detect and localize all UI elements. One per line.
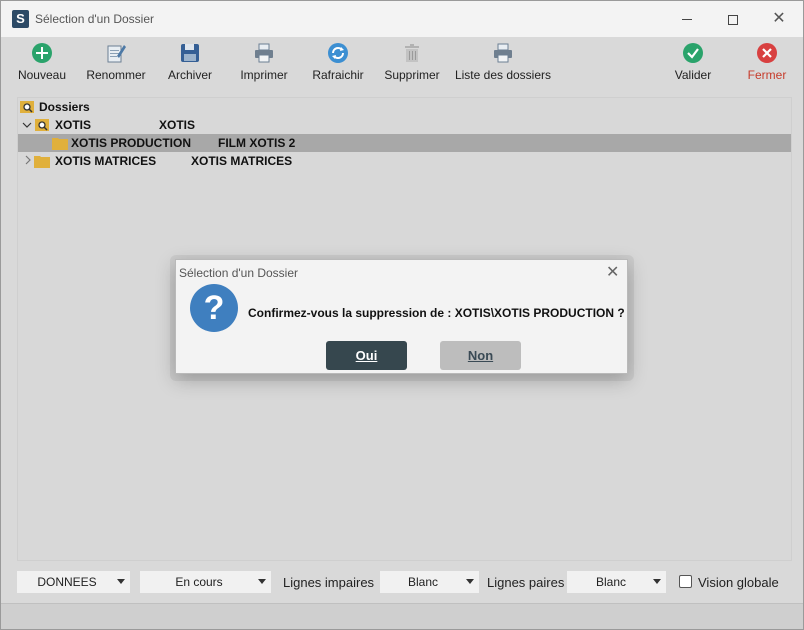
save-disk-icon bbox=[181, 44, 199, 62]
renommer-button[interactable]: Renommer bbox=[83, 39, 149, 87]
even-lines-value: Blanc bbox=[595, 575, 627, 589]
valider-button[interactable]: Valider bbox=[669, 39, 717, 87]
chevron-down-icon bbox=[258, 579, 266, 584]
archiver-button[interactable]: Archiver bbox=[165, 39, 215, 87]
rename-icon bbox=[107, 45, 126, 63]
folder-icon bbox=[34, 156, 50, 168]
renommer-label: Renommer bbox=[86, 68, 146, 82]
no-button[interactable]: Non bbox=[440, 341, 521, 370]
printer-list-icon bbox=[494, 43, 512, 63]
confirm-dialog: Sélection d'un Dossier ✕ ? Confirmez-vou… bbox=[175, 259, 628, 374]
yes-button[interactable]: Oui bbox=[326, 341, 407, 370]
nouveau-label: Nouveau bbox=[17, 68, 67, 82]
chevron-down-icon[interactable] bbox=[22, 120, 32, 130]
dialog-close-icon[interactable]: ✕ bbox=[606, 262, 619, 282]
folder-search-icon bbox=[35, 119, 49, 131]
global-view-checkbox[interactable] bbox=[679, 575, 692, 588]
check-icon bbox=[683, 43, 703, 63]
chevron-down-icon bbox=[466, 579, 474, 584]
dialog-title: Sélection d'un Dossier bbox=[179, 266, 299, 280]
minimize-icon bbox=[682, 19, 692, 21]
fermer-label: Fermer bbox=[747, 68, 787, 82]
valider-label: Valider bbox=[674, 68, 712, 82]
tree-item-xotis-production[interactable]: XOTIS PRODUCTION FILM XOTIS 2 bbox=[18, 134, 791, 152]
close-circle-icon bbox=[757, 43, 777, 63]
liste-dossiers-button[interactable]: Liste des dossiers bbox=[451, 39, 555, 87]
maximize-icon bbox=[728, 14, 738, 25]
rafraichir-label: Rafraichir bbox=[312, 68, 364, 82]
state-select[interactable]: En cours bbox=[140, 571, 271, 593]
imprimer-button[interactable]: Imprimer bbox=[235, 39, 293, 87]
global-view-label: Vision globale bbox=[698, 575, 779, 590]
toolbar: Nouveau Renommer Archiver Imprimer Rafra… bbox=[1, 37, 803, 87]
mode-select[interactable]: DONNEES bbox=[17, 571, 130, 593]
odd-lines-label: Lignes impaires bbox=[283, 575, 375, 590]
status-bar: DONNEES En cours Lignes impaires Blanc L… bbox=[17, 571, 792, 593]
even-lines-select[interactable]: Blanc bbox=[567, 571, 666, 593]
close-icon: ✕ bbox=[772, 10, 786, 27]
tree-root[interactable]: Dossiers bbox=[18, 98, 791, 116]
tree-item-name: XOTIS bbox=[55, 118, 92, 132]
folder-search-icon bbox=[20, 101, 34, 113]
state-select-value: En cours bbox=[175, 575, 223, 589]
tree-item-name: XOTIS PRODUCTION bbox=[71, 136, 192, 150]
maximize-button[interactable] bbox=[710, 4, 756, 34]
refresh-icon bbox=[328, 43, 348, 63]
tree-item-desc: XOTIS MATRICES bbox=[191, 154, 293, 168]
chevron-right-icon[interactable] bbox=[23, 155, 33, 165]
tree-item-desc: XOTIS bbox=[159, 118, 196, 132]
tree-item-xotis[interactable]: XOTIS XOTIS bbox=[18, 116, 791, 134]
printer-icon bbox=[255, 43, 273, 63]
supprimer-button[interactable]: Supprimer bbox=[381, 39, 443, 87]
fermer-button[interactable]: Fermer bbox=[743, 39, 791, 87]
trash-icon bbox=[405, 44, 419, 62]
imprimer-label: Imprimer bbox=[240, 68, 288, 82]
even-lines-label: Lignes paires bbox=[487, 575, 565, 590]
tree-item-name: XOTIS MATRICES bbox=[55, 154, 157, 168]
close-window-button[interactable]: ✕ bbox=[756, 4, 802, 34]
supprimer-label: Supprimer bbox=[384, 68, 440, 82]
folder-icon bbox=[52, 138, 68, 150]
odd-lines-value: Blanc bbox=[407, 575, 439, 589]
bottom-strip bbox=[1, 603, 803, 629]
minimize-button[interactable] bbox=[664, 4, 710, 34]
mode-select-value: DONNEES bbox=[37, 575, 97, 589]
question-icon: ? bbox=[190, 284, 238, 332]
window-title: Sélection d'un Dossier bbox=[35, 12, 155, 26]
odd-lines-select[interactable]: Blanc bbox=[380, 571, 479, 593]
title-bar: S Sélection d'un Dossier ✕ bbox=[1, 1, 803, 37]
tree-root-label: Dossiers bbox=[39, 100, 90, 114]
tree-item-xotis-matrices[interactable]: XOTIS MATRICES XOTIS MATRICES bbox=[18, 152, 791, 170]
nouveau-button[interactable]: Nouveau bbox=[17, 39, 67, 87]
tree-item-desc: FILM XOTIS 2 bbox=[218, 136, 296, 150]
add-icon bbox=[32, 43, 52, 63]
chevron-down-icon bbox=[117, 579, 125, 584]
app-logo-icon: S bbox=[12, 10, 29, 28]
chevron-down-icon bbox=[653, 579, 661, 584]
archiver-label: Archiver bbox=[167, 68, 212, 82]
dialog-message: Confirmez-vous la suppression de : XOTIS… bbox=[248, 306, 625, 320]
liste-dossiers-label: Liste des dossiers bbox=[454, 68, 552, 82]
rafraichir-button[interactable]: Rafraichir bbox=[308, 39, 368, 87]
